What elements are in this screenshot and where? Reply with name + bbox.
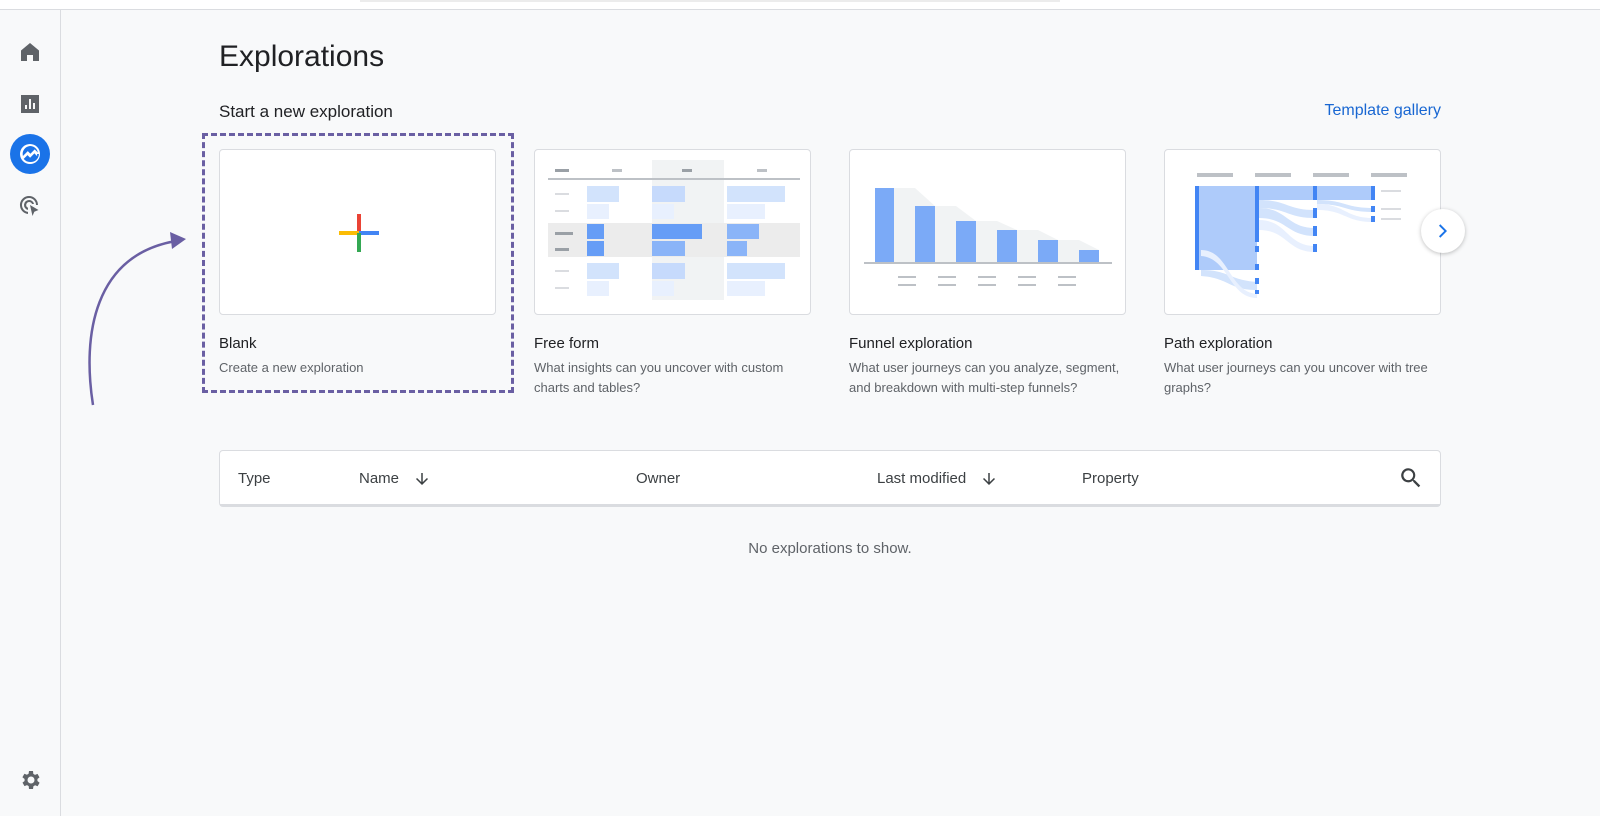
sidebar-item-reports[interactable]	[10, 84, 50, 124]
arrow-down-icon	[983, 472, 996, 485]
empty-state-message: No explorations to show.	[748, 540, 912, 557]
page-title: Explorations	[219, 40, 385, 73]
settings-button[interactable]	[12, 762, 48, 798]
sidebar-item-advertising[interactable]	[10, 186, 50, 226]
card-path-exploration[interactable]: Path exploration What user journeys can …	[1164, 149, 1441, 398]
explorations-table-header: Type Name Owner Last modified Property	[219, 450, 1441, 507]
gear-icon	[22, 771, 40, 789]
column-header-label: Owner	[636, 470, 681, 487]
card-description: What user journeys can you uncover with …	[1164, 360, 1428, 395]
path-tree-illustration	[1195, 173, 1407, 298]
card-thumbnail[interactable]	[849, 149, 1126, 315]
top-bar-edge	[360, 0, 1060, 2]
sidebar-item-home[interactable]	[10, 32, 50, 72]
sidebar-item-explore[interactable]	[10, 134, 50, 174]
card-description: What user journeys can you analyze, segm…	[849, 360, 1120, 395]
arrow-down-icon	[416, 472, 429, 485]
column-header-label: Property	[1082, 470, 1139, 487]
card-description: What insights can you uncover with custo…	[534, 360, 784, 395]
column-header-name[interactable]: Name	[359, 451, 431, 506]
card-funnel-exploration[interactable]: Funnel exploration What user journeys ca…	[849, 149, 1126, 398]
card-name: Free form	[534, 335, 600, 352]
section-title: Start a new exploration	[219, 102, 393, 121]
column-header-label: Type	[238, 470, 271, 487]
home-icon	[21, 43, 39, 61]
card-thumbnail[interactable]	[219, 149, 496, 315]
sidebar	[0, 10, 61, 816]
plus-icon	[339, 214, 379, 252]
column-header-type[interactable]: Type	[238, 451, 271, 506]
column-header-label: Last modified	[877, 470, 967, 487]
card-name: Funnel exploration	[849, 335, 973, 352]
search-icon	[1401, 468, 1421, 488]
card-thumbnail[interactable]	[1164, 149, 1441, 315]
template-gallery-link[interactable]: Template gallery	[1325, 102, 1442, 120]
card-name: Path exploration	[1164, 335, 1273, 352]
card-free-form[interactable]: Free form What insights can you uncover …	[534, 149, 811, 398]
free-form-table-illustration	[548, 160, 800, 300]
card-thumbnail[interactable]	[534, 149, 811, 315]
card-name: Blank	[219, 335, 257, 352]
column-header-owner[interactable]: Owner	[636, 451, 680, 506]
table-search-button[interactable]	[1398, 465, 1424, 491]
column-header-last-modified[interactable]: Last modified	[877, 451, 998, 506]
funnel-illustration	[864, 188, 1112, 286]
chevron-right-icon	[1439, 224, 1447, 238]
card-description: Create a new exploration	[219, 360, 364, 375]
card-blank[interactable]: Blank Create a new exploration	[219, 149, 496, 378]
annotation-arrow-icon	[88, 232, 186, 406]
next-templates-button[interactable]	[1421, 209, 1465, 253]
top-bar	[0, 0, 1600, 10]
bar-chart-icon	[21, 95, 39, 113]
column-header-label: Name	[359, 470, 400, 487]
column-header-property[interactable]: Property	[1082, 451, 1139, 506]
explore-icon	[20, 144, 40, 164]
target-cursor-icon	[19, 195, 39, 216]
